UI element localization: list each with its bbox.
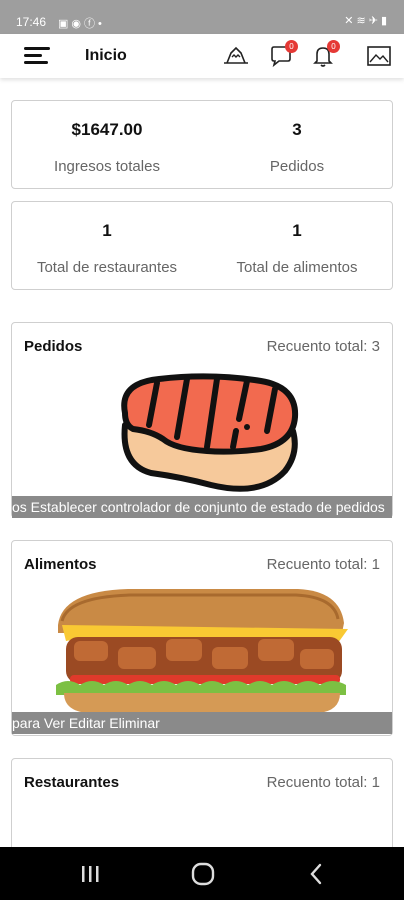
restaurants-stat: 1 Total de restaurantes (12, 221, 202, 276)
status-left-icons: ▣◉ⓕ• (58, 15, 105, 31)
orders-stat: 3 Pedidos (202, 120, 392, 175)
page-title: Inicio (85, 47, 127, 64)
app-bar: Inicio 0 0 (0, 34, 404, 78)
battery-icon: ▮ (380, 15, 390, 27)
airplane-icon: ✈ (368, 15, 381, 27)
status-right-icons: ✕≋✈▮ (344, 14, 390, 27)
orders-value: 3 (292, 120, 302, 139)
orders-section-count: Recuento total: 3 (266, 338, 380, 355)
mute-icon: ✕ (344, 15, 357, 27)
foods-label: Total de alimentos (236, 259, 358, 276)
income-orders-card: $1647.00 Ingresos totales 3 Pedidos (11, 100, 393, 189)
back-icon[interactable] (308, 863, 324, 885)
image-icon[interactable] (367, 46, 391, 66)
recents-icon[interactable] (80, 865, 100, 883)
restaurants-section-count: Recuento total: 1 (266, 774, 380, 791)
foods-value: 1 (292, 221, 302, 240)
restaurants-label: Total de restaurantes (36, 259, 178, 276)
chat-notification-button[interactable]: 0 (269, 40, 298, 73)
steak-icon (121, 373, 299, 492)
menu-icon[interactable] (24, 47, 50, 65)
dot-icon: • (98, 18, 105, 30)
home-icon[interactable] (191, 862, 215, 886)
message-icon: ◉ (71, 18, 85, 30)
orders-label: Pedidos (269, 158, 325, 175)
foods-section-title: Alimentos (24, 556, 97, 573)
foods-section-count: Recuento total: 1 (266, 556, 380, 573)
orders-ticker: os Establecer controlador de conjunto de… (12, 496, 392, 518)
facebook-icon: ⓕ (84, 18, 99, 30)
orders-section-title: Pedidos (24, 338, 83, 355)
income-label: Ingresos totales (54, 158, 160, 175)
chef-hat-icon[interactable] (222, 44, 250, 66)
bell-notification-button[interactable]: 0 (311, 40, 340, 73)
restaurants-section-title: Restaurantes (24, 774, 120, 791)
foods-section[interactable]: Alimentos Recuento total: 1 para Ver Edi… (11, 540, 393, 736)
status-time: 17:46 (16, 15, 47, 29)
foods-ticker: para Ver Editar Eliminar (12, 712, 392, 734)
restaurants-value: 1 (102, 221, 112, 240)
image-icon: ▣ (58, 18, 72, 30)
income-stat: $1647.00 Ingresos totales (12, 120, 202, 175)
sandwich-image (56, 589, 348, 713)
income-value: $1647.00 (71, 120, 143, 139)
chat-badge: 0 (285, 40, 298, 53)
wifi-icon: ≋ (356, 15, 369, 27)
restaurants-foods-card: 1 Total de restaurantes 1 Total de alime… (11, 201, 393, 290)
foods-stat: 1 Total de alimentos (202, 221, 392, 276)
status-bar: 17:46 ▣◉ⓕ• ✕≋✈▮ (0, 0, 404, 34)
bell-badge: 0 (327, 40, 340, 53)
system-nav-bar (0, 847, 404, 900)
orders-section[interactable]: Pedidos Recuento total: 3 os Establecer … (11, 322, 393, 518)
